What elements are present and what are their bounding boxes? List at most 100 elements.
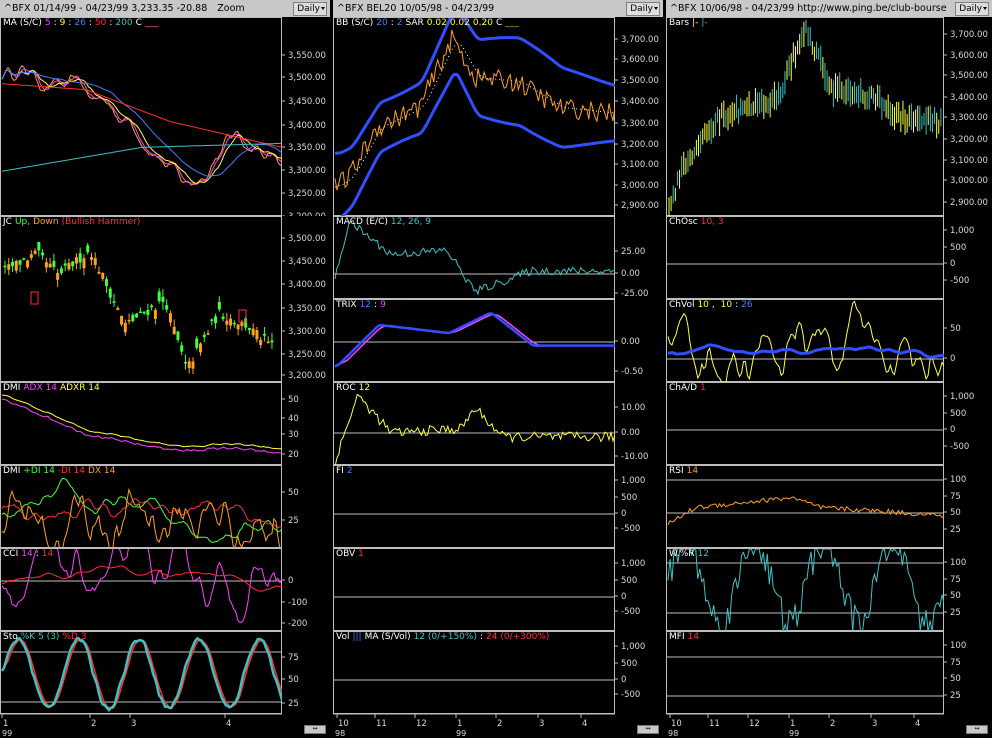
axis-tick-label: 30 — [288, 430, 299, 440]
candlestick — [14, 260, 18, 271]
indicator-pane[interactable]: Vol ||| MA (S/Vol) 12 (0/+150%):24 (0/+300%… — [333, 631, 663, 714]
plot-area[interactable] — [333, 216, 616, 299]
axis-tick-label: 50 — [950, 591, 961, 601]
chaikin-volatility-line — [667, 300, 945, 383]
axis-tick-label: -500 — [621, 524, 640, 534]
indicator-pane[interactable]: OBV 1 1,000 500 0 -500 — [333, 548, 663, 631]
roc-line — [334, 393, 616, 466]
legend-item: : — [88, 18, 92, 28]
plot-area[interactable] — [333, 382, 616, 466]
indicator-legend[interactable]: ChOsc 10, 3 — [669, 217, 727, 228]
axis-tick-label: 0.00 — [621, 428, 640, 438]
indicator-legend[interactable]: Vol ||| MA (S/Vol) 12 (0/+150%):24 (0/+300%… — [336, 632, 552, 643]
indicator-pane[interactable]: ROC 12 10.00 0.00 -10.00 — [333, 382, 663, 466]
plot-area[interactable] — [333, 17, 616, 217]
indicator-legend[interactable]: FI 2 — [336, 466, 356, 477]
scroll-arrows-icon[interactable]: ↔ — [966, 725, 988, 734]
indicator-pane[interactable]: JC Up, Down (Bullish Hammer) 3,500.00 3,450.0… — [0, 216, 330, 382]
candlestick — [255, 330, 259, 340]
plot-area[interactable] — [666, 299, 945, 383]
indicator-pane[interactable]: DMI ADX 14 ADXR 14 50 40 30 20 — [0, 382, 330, 465]
indicator-pane[interactable]: ChOsc 10, 3 1,000 500 0 -500 — [666, 216, 992, 299]
legend-item: (Bullish Hammer) — [61, 217, 141, 227]
value-axis: 3,500.00 3,450.00 3,400.00 3,350.00 3,300.00… — [282, 216, 330, 382]
window-title-bar[interactable]: ^BFX 10/06/98 - 04/23/99 http://www.ping… — [666, 0, 992, 17]
indicator-legend[interactable]: DMI ADX 14 ADXR 14 — [3, 383, 103, 394]
indicator-legend[interactable]: ChA/D 1 — [669, 383, 709, 394]
value-axis: 50 25 — [282, 465, 330, 548]
period-dropdown[interactable]: Daily — [293, 2, 327, 16]
indicator-pane[interactable]: BB (S/C) 20:2 SAR 0.02 0.02 0.20 C ___ 3,700.00 3… — [333, 17, 663, 217]
plot-area[interactable] — [666, 382, 945, 465]
indicator-legend[interactable]: BB (S/C) 20:2 SAR 0.02 0.02 0.20 C ___ — [336, 18, 522, 29]
indicator-legend[interactable]: OBV 1 — [336, 549, 367, 560]
scroll-arrows-icon[interactable]: ↔ — [304, 725, 326, 734]
candlestick — [229, 318, 233, 326]
chart-window-bfx-bars[interactable]: ^BFX 10/06/98 - 04/23/99 http://www.ping… — [666, 0, 992, 738]
plot-area[interactable] — [333, 548, 616, 631]
chart-window-bel20[interactable]: ^BFX BEL20 10/05/98 - 04/23/99 Daily BB … — [333, 0, 663, 738]
indicator-pane[interactable]: ChA/D 1 1,000 500 0 -500 — [666, 382, 992, 465]
axis-tick-label: 500 — [950, 243, 966, 253]
indicator-legend[interactable]: MFI 14 — [669, 632, 702, 643]
indicator-legend[interactable]: MA (S/C) 5:9:26:50:200 C ___ — [3, 18, 161, 29]
plot-area[interactable] — [666, 17, 944, 217]
axis-tick-label: 3,250.00 — [288, 189, 326, 199]
plot-area[interactable] — [333, 631, 616, 714]
window-title-bar[interactable]: ^BFX 01/14/99 - 04/23/99 3,233.35 -20.88… — [0, 0, 330, 17]
indicator-legend[interactable]: DMI +DI 14 -DI 14 DX 14 — [3, 466, 118, 477]
indicator-legend[interactable]: TRIX 12:9 — [336, 300, 389, 311]
plot-area[interactable] — [666, 631, 945, 714]
indicator-legend[interactable]: MACD (E/C) 12, 26, 9 — [336, 217, 434, 228]
legend-item: 24 (0/+300%) — [486, 632, 550, 642]
ma9-line — [1, 70, 283, 184]
plot-area[interactable] — [666, 216, 945, 299]
indicator-pane[interactable]: CCI 14:14 0 -100 -200 — [0, 548, 330, 631]
legend-item: RSI — [669, 466, 684, 476]
chart-window-bfx-zoom[interactable]: ^BFX 01/14/99 - 04/23/99 3,233.35 -20.88… — [0, 0, 330, 738]
indicator-legend[interactable]: Bars |- |- — [669, 18, 711, 29]
legend-item: 12 (0/+150%) — [413, 632, 477, 642]
plot-area[interactable] — [0, 216, 282, 382]
scroll-arrows-icon[interactable]: ↔ — [637, 725, 659, 734]
time-tick-label: 12 — [749, 719, 760, 729]
indicator-pane[interactable]: Bars |- |- 3,700.00 3,600.00 3,500.00 3,400.00… — [666, 17, 992, 217]
plot-area[interactable] — [666, 465, 945, 548]
period-dropdown[interactable]: Daily — [955, 2, 989, 16]
indicator-legend[interactable]: W.%R 12 — [669, 549, 712, 560]
indicator-pane[interactable]: ChVol 10, 10:26 50 0 — [666, 299, 992, 383]
indicator-legend[interactable]: RSI 14 — [669, 466, 701, 477]
indicator-pane[interactable]: DMI +DI 14 -DI 14 DX 14 50 25 — [0, 465, 330, 549]
plot-area[interactable] — [0, 548, 283, 631]
indicator-pane[interactable]: RSI 14 100 75 50 25 — [666, 465, 992, 548]
indicator-legend[interactable]: ChVol 10, 10:26 — [669, 300, 756, 311]
indicator-legend[interactable]: ROC 12 — [336, 383, 373, 394]
indicator-pane[interactable]: Sto %K 5 (3) %D 3 75 50 25 — [0, 631, 330, 714]
axis-tick-label: -10.00 — [621, 452, 648, 462]
indicator-pane[interactable]: FI 2 1,000 500 0 -500 — [333, 465, 663, 548]
indicator-legend[interactable]: JC Up, Down (Bullish Hammer) — [3, 217, 143, 228]
legend-item: MA (S/Vol) — [364, 632, 411, 642]
axis-tick-label: 3,400.00 — [621, 97, 659, 107]
plot-area[interactable] — [333, 299, 616, 382]
plot-area[interactable] — [0, 382, 283, 465]
indicator-legend[interactable]: CCI 14:14 — [3, 549, 56, 560]
axis-tick-label: -500 — [621, 690, 640, 700]
axis-tick-label: -0.50 — [621, 367, 643, 377]
period-dropdown[interactable]: Daily — [626, 2, 660, 16]
zoom-label[interactable]: Zoom — [217, 3, 244, 14]
plot-area[interactable] — [0, 465, 283, 549]
candlestick — [225, 320, 229, 325]
plot-area[interactable] — [0, 631, 283, 714]
indicator-legend[interactable]: Sto %K 5 (3) %D 3 — [3, 632, 89, 643]
plot-area[interactable] — [333, 465, 616, 548]
indicator-pane[interactable]: MACD (E/C) 12, 26, 9 25.00 0.00 -25.00 — [333, 216, 663, 299]
indicator-pane[interactable]: W.%R 12 100 75 50 25 — [666, 548, 992, 632]
indicator-pane[interactable]: MA (S/C) 5:9:26:50:200 C ___ 3,550.00 3,500.0… — [0, 17, 330, 216]
indicator-pane[interactable]: TRIX 12:9 0.00 -0.50 — [333, 299, 663, 382]
ma50-line — [1, 83, 283, 148]
plot-area[interactable] — [666, 548, 945, 632]
plot-area[interactable] — [0, 17, 283, 216]
indicator-pane[interactable]: MFI 14 100 75 50 25 — [666, 631, 992, 714]
window-title-bar[interactable]: ^BFX BEL20 10/05/98 - 04/23/99 Daily — [333, 0, 663, 17]
